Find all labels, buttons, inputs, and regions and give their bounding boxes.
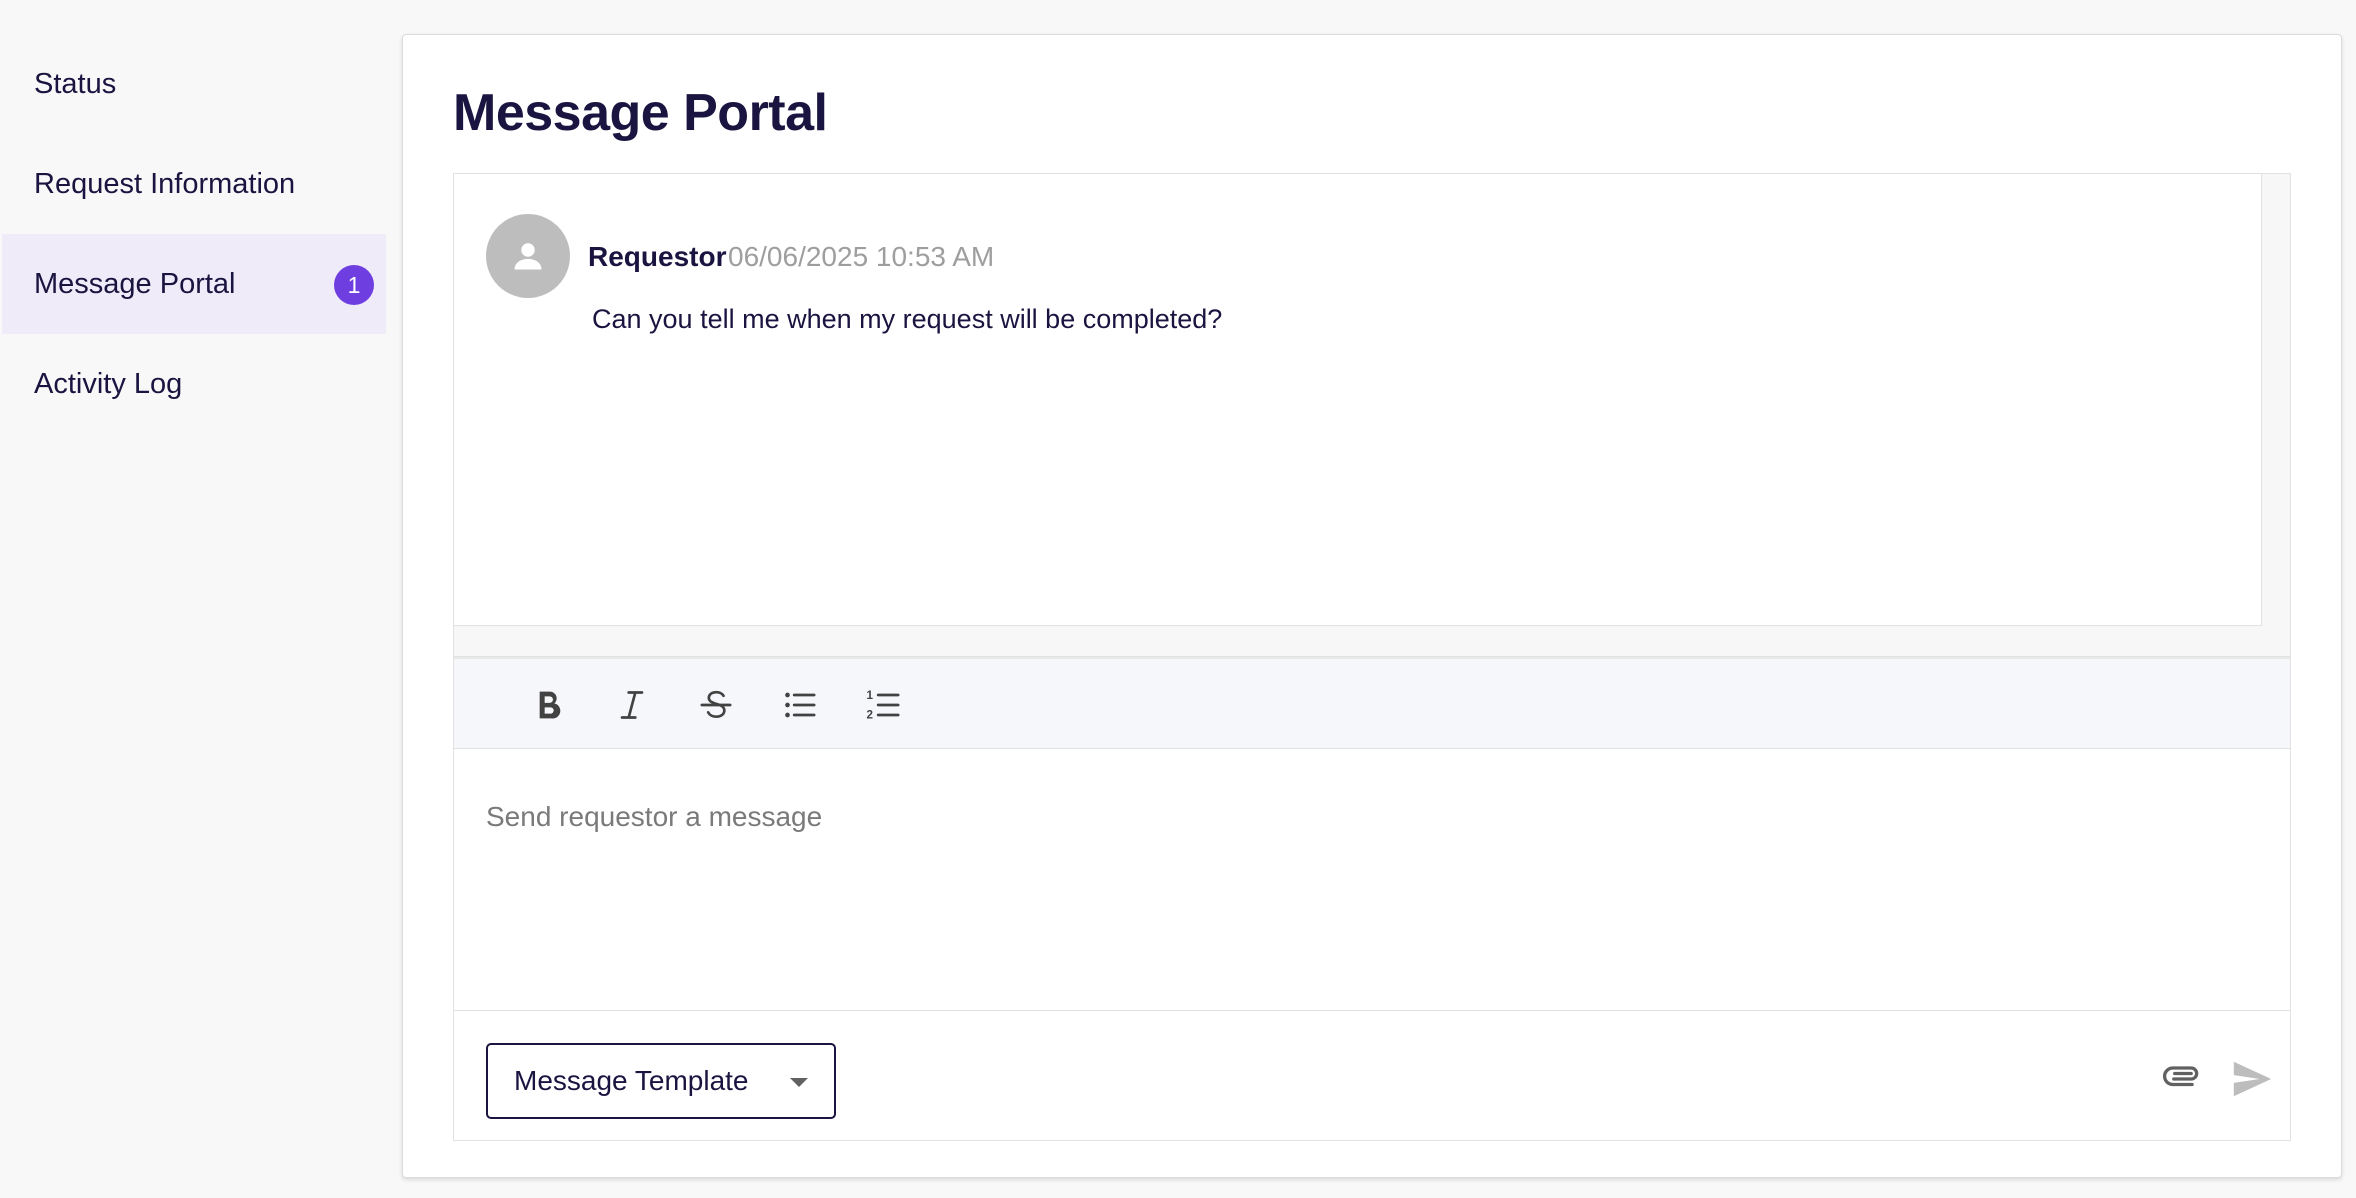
svg-text:2: 2 [867, 708, 874, 721]
formatting-toolbar: 1 2 [454, 657, 2290, 749]
attach-button[interactable] [2154, 1051, 2210, 1107]
numbered-list-icon: 1 2 [867, 689, 900, 721]
svg-text:1: 1 [867, 689, 874, 702]
avatar [486, 214, 570, 298]
sidebar-item-label: Status [34, 67, 117, 100]
unread-count-badge: 1 [334, 265, 374, 305]
sidebar-item-message-portal[interactable]: Message Portal 1 [2, 234, 386, 334]
sidebar-item-request-information[interactable]: Request Information [2, 134, 386, 234]
strikethrough-icon [700, 690, 732, 719]
sidebar-item-label: Activity Log [34, 367, 183, 400]
message-template-select[interactable]: Message Template [486, 1043, 836, 1119]
italic-button[interactable] [606, 679, 658, 731]
chevron-down-icon [790, 1078, 808, 1087]
page-title: Message Portal [453, 84, 828, 142]
bullet-list-button[interactable] [774, 679, 826, 731]
sidebar-item-status[interactable]: Status [2, 34, 386, 134]
message-editor: 1 2 Message Template [453, 657, 2291, 1141]
bold-icon [539, 691, 561, 719]
message-portal-card: Message Portal Requestor 06/06/2025 10:5… [402, 34, 2342, 1178]
message-text: Can you tell me when my request will be … [592, 304, 1223, 334]
bold-button[interactable] [522, 679, 574, 731]
send-button[interactable] [2224, 1051, 2280, 1107]
person-icon [514, 243, 542, 270]
sidebar: Status Request Information Message Porta… [0, 0, 386, 1198]
message-author: Requestor [588, 241, 727, 272]
message-thread-scroll[interactable]: Requestor 06/06/2025 10:53 AM Can you te… [453, 173, 2291, 657]
send-icon [2233, 1061, 2272, 1097]
sidebar-item-activity-log[interactable]: Activity Log [2, 334, 386, 434]
message-timestamp: 06/06/2025 10:53 AM [728, 241, 995, 272]
message-template-label: Message Template [514, 1065, 749, 1096]
strikethrough-button[interactable] [690, 679, 742, 731]
paperclip-icon [2163, 1066, 2199, 1087]
italic-icon [620, 691, 644, 719]
sidebar-item-label: Request Information [34, 167, 296, 200]
bullet-list-icon [785, 692, 816, 718]
message-thread: Requestor 06/06/2025 10:53 AM Can you te… [454, 174, 2262, 626]
numbered-list-button[interactable]: 1 2 [858, 679, 910, 731]
sidebar-item-label: Message Portal [34, 267, 236, 300]
message-compose-input[interactable] [454, 749, 2290, 1011]
